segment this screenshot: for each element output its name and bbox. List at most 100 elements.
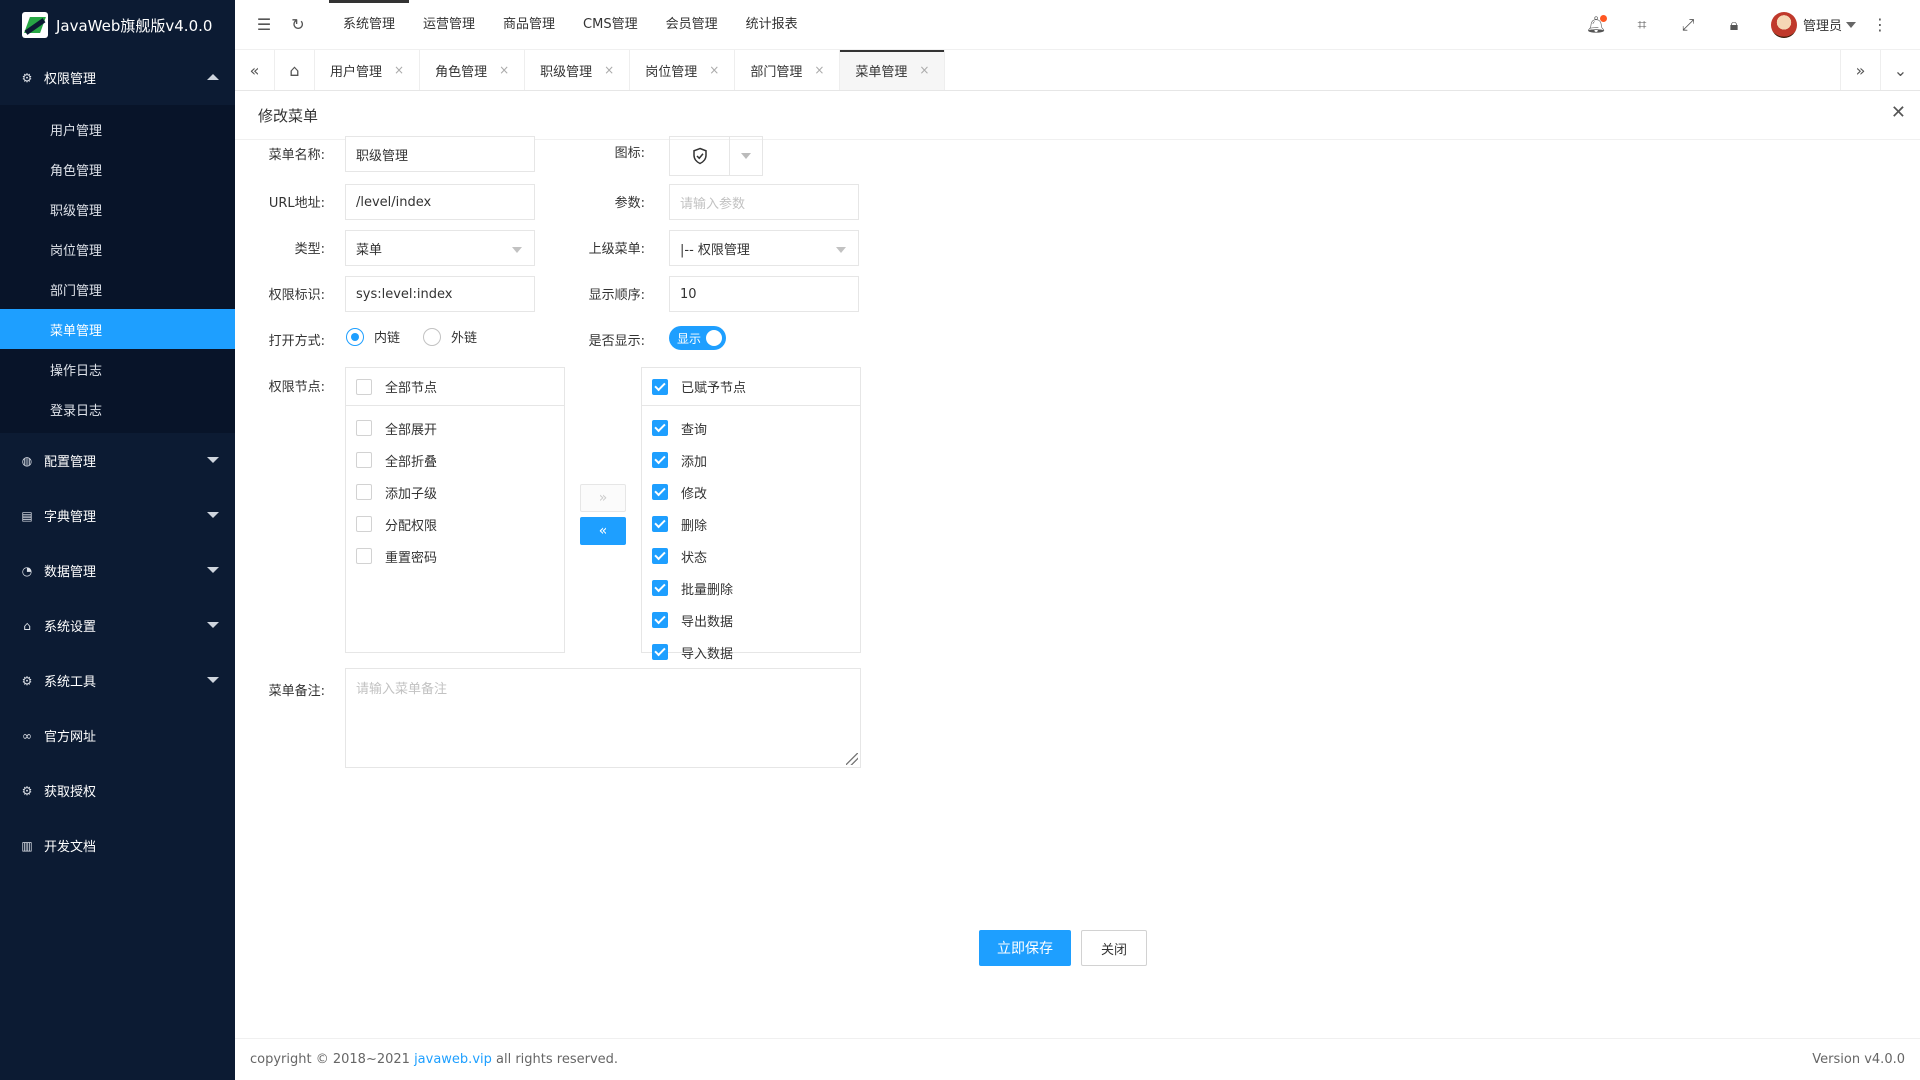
icon-picker[interactable] xyxy=(669,136,763,176)
sidebar-item-user[interactable]: 用户管理 xyxy=(0,109,235,149)
sidebar-head-docs[interactable]: ▥ 开发文档 xyxy=(0,818,235,873)
close-icon[interactable]: × xyxy=(919,63,929,77)
list-item[interactable]: 查询 xyxy=(642,412,860,444)
label-show: 是否显示: xyxy=(588,334,645,349)
checkbox-icon[interactable] xyxy=(356,420,372,436)
topnav-item-stats[interactable]: 统计报表 xyxy=(732,0,812,50)
checkbox-checked-icon[interactable] xyxy=(652,516,668,532)
menu-collapse-icon[interactable]: ☰ xyxy=(247,0,281,50)
note-textarea[interactable]: 请输入菜单备注 xyxy=(345,668,861,768)
tab-dept[interactable]: 部门管理 × xyxy=(735,50,841,90)
gear-icon: ⚙ xyxy=(21,783,33,798)
list-item[interactable]: 重置密码 xyxy=(346,540,564,572)
type-select[interactable]: 菜单 xyxy=(345,230,535,266)
show-toggle[interactable]: 显示 xyxy=(669,326,726,350)
sidebar-head-dict[interactable]: ▤ 字典管理 xyxy=(0,488,235,543)
close-icon[interactable]: × xyxy=(814,63,824,77)
checkbox-icon[interactable] xyxy=(356,484,372,500)
list-item[interactable]: 删除 xyxy=(642,508,860,540)
list-item[interactable]: 状态 xyxy=(642,540,860,572)
topnav-item-cms[interactable]: CMS管理 xyxy=(569,0,652,50)
list-item[interactable]: 添加子级 xyxy=(346,476,564,508)
more-vertical-icon[interactable]: ⋮ xyxy=(1870,15,1890,34)
list-item[interactable]: 导出数据 xyxy=(642,604,860,636)
tab-level[interactable]: 职级管理 × xyxy=(525,50,631,90)
param-input[interactable]: 请输入参数 xyxy=(669,184,859,220)
sort-input[interactable]: 10 xyxy=(669,276,859,312)
sidebar-item-role[interactable]: 角色管理 xyxy=(0,149,235,189)
checkbox-icon[interactable] xyxy=(356,452,372,468)
checkbox-checked-icon[interactable] xyxy=(652,420,668,436)
tab-position[interactable]: 岗位管理 × xyxy=(630,50,736,90)
tab-menu[interactable]: 菜单管理 × xyxy=(840,50,946,90)
refresh-icon[interactable]: ↻ xyxy=(281,0,315,50)
close-icon[interactable]: × xyxy=(709,63,719,77)
sidebar-head-config[interactable]: ◍ 配置管理 xyxy=(0,433,235,488)
lock-icon[interactable]: 🔒︎ xyxy=(1711,0,1757,50)
menu-name-input[interactable]: 职级管理 xyxy=(345,136,535,172)
transfer-left-header[interactable]: 全部节点 xyxy=(346,368,564,406)
radio-internal[interactable]: 内链 xyxy=(346,327,400,346)
list-item[interactable]: 全部折叠 xyxy=(346,444,564,476)
checkbox-checked-icon[interactable] xyxy=(652,644,668,660)
tabs-scroll-left-icon[interactable]: « xyxy=(235,50,275,90)
chevron-down-icon xyxy=(512,247,522,253)
close-icon[interactable]: × xyxy=(604,63,614,77)
list-item[interactable]: 添加 xyxy=(642,444,860,476)
sidebar-head-data[interactable]: ◔ 数据管理 xyxy=(0,543,235,598)
list-item[interactable]: 批量删除 xyxy=(642,572,860,604)
list-item[interactable]: 分配权限 xyxy=(346,508,564,540)
sidebar-item-loginlog[interactable]: 登录日志 xyxy=(0,389,235,429)
transfer-right-header[interactable]: 已赋予节点 xyxy=(642,368,860,406)
checkbox-checked-icon[interactable] xyxy=(652,580,668,596)
sidebar-item-level[interactable]: 职级管理 xyxy=(0,189,235,229)
tab-user[interactable]: 用户管理 × xyxy=(315,50,421,90)
close-button[interactable]: 关闭 xyxy=(1081,930,1147,966)
list-item[interactable]: 全部展开 xyxy=(346,412,564,444)
fullscreen-icon[interactable]: ⤢ xyxy=(1665,0,1711,50)
topnav-item-system[interactable]: 系统管理 xyxy=(329,0,410,50)
tabs-scroll-right-icon[interactable]: » xyxy=(1840,50,1880,90)
tabs-dropdown-icon[interactable]: ⌄ xyxy=(1880,50,1920,90)
checkbox-checked-icon[interactable] xyxy=(652,452,668,468)
user-menu[interactable]: 管理员 xyxy=(1770,11,1856,38)
app-logo[interactable]: JavaWeb旗舰版v4.0.0 xyxy=(0,0,235,50)
topnav-item-goods[interactable]: 商品管理 xyxy=(489,0,569,50)
parent-select[interactable]: |-- 权限管理 xyxy=(669,230,859,266)
save-button[interactable]: 立即保存 xyxy=(979,930,1071,966)
home-tab-icon[interactable]: ⌂ xyxy=(275,50,315,90)
sidebar-item-dept[interactable]: 部门管理 xyxy=(0,269,235,309)
sidebar-head-settings[interactable]: ⌂ 系统设置 xyxy=(0,598,235,653)
transfer-to-left-button[interactable]: « xyxy=(580,517,626,545)
checkbox-icon[interactable] xyxy=(356,548,372,564)
checkbox-checked-icon[interactable] xyxy=(652,612,668,628)
checkbox-checked-icon[interactable] xyxy=(652,548,668,564)
checkbox-icon[interactable] xyxy=(356,516,372,532)
transfer-to-right-button[interactable]: » xyxy=(580,484,626,512)
list-item[interactable]: 修改 xyxy=(642,476,860,508)
topnav-item-member[interactable]: 会员管理 xyxy=(652,0,732,50)
resize-handle-icon[interactable] xyxy=(846,753,858,765)
sidebar-item-oplog[interactable]: 操作日志 xyxy=(0,349,235,389)
close-icon[interactable]: ✕ xyxy=(1891,102,1906,123)
tag-icon[interactable]: ⌗ xyxy=(1619,0,1665,50)
close-icon[interactable]: × xyxy=(499,63,509,77)
sidebar-head-website[interactable]: ∞ 官方网址 xyxy=(0,708,235,763)
sidebar-head-permission[interactable]: ⚙ 权限管理 xyxy=(0,50,235,105)
perm-input[interactable]: sys:level:index xyxy=(345,276,535,312)
checkbox-checked-icon[interactable] xyxy=(652,484,668,500)
sidebar-head-tools[interactable]: ⚙ 系统工具 xyxy=(0,653,235,708)
sidebar-head-license[interactable]: ⚙ 获取授权 xyxy=(0,763,235,818)
tab-role[interactable]: 角色管理 × xyxy=(420,50,526,90)
url-input[interactable]: /level/index xyxy=(345,184,535,220)
sidebar-item-position[interactable]: 岗位管理 xyxy=(0,229,235,269)
close-icon[interactable]: × xyxy=(394,63,404,77)
topnav-item-operation[interactable]: 运营管理 xyxy=(409,0,489,50)
footer-link[interactable]: javaweb.vip xyxy=(414,1052,492,1067)
bell-icon[interactable]: 🔔︎ xyxy=(1573,0,1619,50)
checkbox-icon[interactable] xyxy=(356,378,372,395)
list-item[interactable]: 导入数据 xyxy=(642,636,860,668)
radio-external[interactable]: 外链 xyxy=(423,327,477,346)
sidebar-item-menu[interactable]: 菜单管理 xyxy=(0,309,235,349)
checkbox-checked-icon[interactable] xyxy=(652,378,668,395)
